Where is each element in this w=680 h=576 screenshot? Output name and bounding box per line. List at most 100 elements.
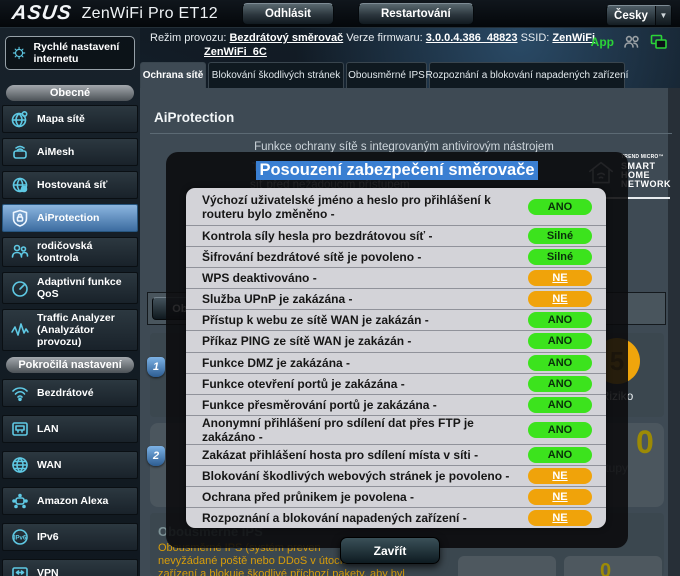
quick-internet-setup-button[interactable]: Rychlé nastavení internetu: [5, 36, 135, 70]
ips-stat-box-1: [458, 556, 556, 576]
status-badge[interactable]: ANO: [528, 375, 592, 392]
table-row: Šifrování bezdrátové sítě je povoleno - S…: [186, 247, 606, 269]
traffic-analyzer-icon: [11, 323, 29, 336]
table-row: WPS deaktivováno - NE: [186, 268, 606, 290]
sidebar-section-general: Obecné: [6, 85, 134, 101]
status-badge[interactable]: NE: [528, 291, 592, 308]
status-badge[interactable]: ANO: [528, 198, 592, 215]
clients-icon[interactable]: [623, 34, 641, 50]
row-label: Přístup k webu ze sítě WAN je zakázán -: [202, 313, 429, 328]
status-badge[interactable]: NE: [528, 509, 592, 526]
quick-setup-label: Rychlé nastavení internetu: [33, 41, 120, 65]
mode-link[interactable]: Bezdrátový směrovač: [229, 32, 343, 44]
sidebar-item-label: Bezdrátové: [37, 387, 94, 399]
sidebar-item-lan[interactable]: LAN: [2, 415, 138, 443]
ips-count: 0: [600, 560, 612, 576]
language-value: Česky: [614, 9, 648, 22]
close-modal-button[interactable]: Zavřít: [340, 537, 440, 564]
sidebar-item-wan[interactable]: WAN: [2, 451, 138, 479]
status-badge[interactable]: Silné: [528, 228, 592, 245]
status-badge[interactable]: ANO: [528, 312, 592, 329]
status-badge[interactable]: Silné: [528, 249, 592, 266]
table-row: Blokování škodlivých webových stránek je…: [186, 466, 606, 487]
alexa-icon: [12, 493, 28, 509]
sidebar-item-aimesh[interactable]: AiMesh: [2, 138, 138, 166]
modal-title-wrap: Posouzení zabezpečení směrovače: [166, 161, 628, 180]
gear-wrench-icon: [12, 46, 26, 60]
logout-button[interactable]: Odhlásit: [241, 2, 334, 25]
row-label: Příkaz PING ze sítě WAN je zakázán -: [202, 334, 412, 349]
mode-label: Režim provozu:: [150, 32, 227, 44]
sidebar-item-traffic-analyzer[interactable]: Traffic Analyzer (Analyzátor provozu): [2, 309, 138, 351]
aimesh-icon: [13, 145, 27, 159]
table-row: Rozpoznání a blokování napadených zaříze…: [186, 508, 606, 528]
ssid-link-2[interactable]: ZenWiFi_6C: [204, 46, 267, 58]
ssid-link-1[interactable]: ZenWiFi: [552, 32, 595, 44]
firmware-label: Verze firmwaru:: [346, 32, 423, 44]
ssid-label: SSID:: [520, 32, 550, 44]
table-row: Služba UPnP je zakázána - NE: [186, 289, 606, 311]
parental-controls-icon: [11, 244, 29, 258]
row-label: Funkce otevření portů je zakázána -: [202, 376, 405, 391]
tab-network-protection[interactable]: Ochrana sítě: [140, 62, 206, 88]
tab-malicious-sites-blocking[interactable]: Blokování škodlivých stránek: [208, 62, 344, 88]
sidebar-item-ipv6[interactable]: IPv6 IPv6: [2, 523, 138, 551]
sidebar-item-vpn[interactable]: VPN: [2, 559, 138, 576]
ips-line-3: zařízení a blokuje škodlivé příchozí pak…: [158, 568, 405, 576]
sidebar-item-guest-network[interactable]: Hostovaná síť: [2, 171, 138, 199]
sidebar-item-aiprotection[interactable]: AiProtection: [2, 204, 138, 232]
sidebar-menu: Obecné Mapa sítě AiMesh Hostovaná síť Ai…: [2, 85, 138, 576]
sidebar-item-label: Amazon Alexa: [37, 495, 109, 507]
sidebar-item-label: VPN: [37, 567, 59, 576]
status-badge[interactable]: NE: [528, 467, 592, 484]
tab-bar: Ochrana sítě Blokování škodlivých stráne…: [140, 62, 628, 88]
sidebar-item-wireless[interactable]: Bezdrátové: [2, 379, 138, 407]
security-assessment-modal: Posouzení zabezpečení směrovače Výchozí …: [166, 152, 628, 548]
tab-infected-device-blocking[interactable]: Rozpoznání a blokování napadených zaříze…: [426, 62, 628, 88]
sidebar-item-label: LAN: [37, 423, 59, 435]
status-badge[interactable]: ANO: [528, 354, 592, 371]
sidebar-item-parental-controls[interactable]: rodičovská kontrola: [2, 237, 138, 267]
reboot-button[interactable]: Restartování: [357, 2, 474, 25]
title-divider: [150, 133, 672, 134]
qos-gauge-icon: [12, 281, 28, 297]
sidebar-item-network-map[interactable]: Mapa sítě: [2, 105, 138, 133]
sidebar-item-amazon-alexa[interactable]: Amazon Alexa: [2, 487, 138, 515]
status-badge[interactable]: ANO: [528, 396, 592, 413]
router-admin-screen: ASUS ZenWiFi Pro ET12 Odhlásit Restartov…: [0, 0, 680, 576]
sidebar-item-label: IPv6: [37, 531, 59, 543]
table-row: Funkce otevření portů je zakázána - ANO: [186, 374, 606, 395]
sidebar-item-label: rodičovská kontrola: [37, 240, 93, 264]
svg-text:IPv6: IPv6: [14, 536, 27, 542]
language-dropdown[interactable]: Česky ▼: [606, 5, 672, 26]
step-1-badge: 1: [147, 357, 165, 377]
status-badge[interactable]: ANO: [528, 421, 592, 438]
table-row: Funkce přesměrování portů je zakázána - A…: [186, 395, 606, 416]
wifi-icon: [12, 387, 28, 402]
firmware-link[interactable]: 3.0.0.4.386_48823: [426, 32, 518, 44]
sidebar-item-adaptive-qos[interactable]: Adaptivní funkce QoS: [2, 272, 138, 304]
table-row: Ochrana před průnikem je povolena - NE: [186, 487, 606, 508]
ips-stat-box-2: [564, 556, 662, 576]
network-devices-icon[interactable]: [650, 34, 668, 50]
top-icon-group: App: [591, 34, 668, 50]
info-line-1: Režim provozu: Bezdrátový směrovač Verze…: [150, 31, 600, 45]
sidebar-item-label: WAN: [37, 459, 62, 471]
row-label: Služba UPnP je zakázána -: [202, 292, 353, 307]
access-count: 0: [636, 424, 654, 460]
tab-two-way-ips[interactable]: Obousměrné IPS: [346, 62, 427, 88]
sidebar-advanced-items: Bezdrátové LAN WAN Amazon Alexa IPv6 IPv…: [2, 379, 138, 576]
network-map-icon: [11, 110, 28, 128]
app-link[interactable]: App: [591, 35, 614, 49]
sidebar-item-label: Adaptivní funkce QoS: [37, 276, 122, 300]
status-badge[interactable]: NE: [528, 488, 592, 505]
info-line-2: ZenWiFi_6C: [204, 45, 600, 59]
status-badge[interactable]: ANO: [528, 446, 592, 463]
status-badge[interactable]: NE: [528, 270, 592, 287]
vpn-icon: [12, 567, 28, 576]
row-label: Rozpoznání a blokování napadených zaříze…: [202, 510, 467, 525]
row-label: Funkce DMZ je zakázána -: [202, 355, 351, 370]
lan-port-icon: [12, 422, 28, 436]
security-assessment-table: Výchozí uživatelské jméno a heslo pro př…: [186, 188, 606, 528]
status-badge[interactable]: ANO: [528, 333, 592, 350]
